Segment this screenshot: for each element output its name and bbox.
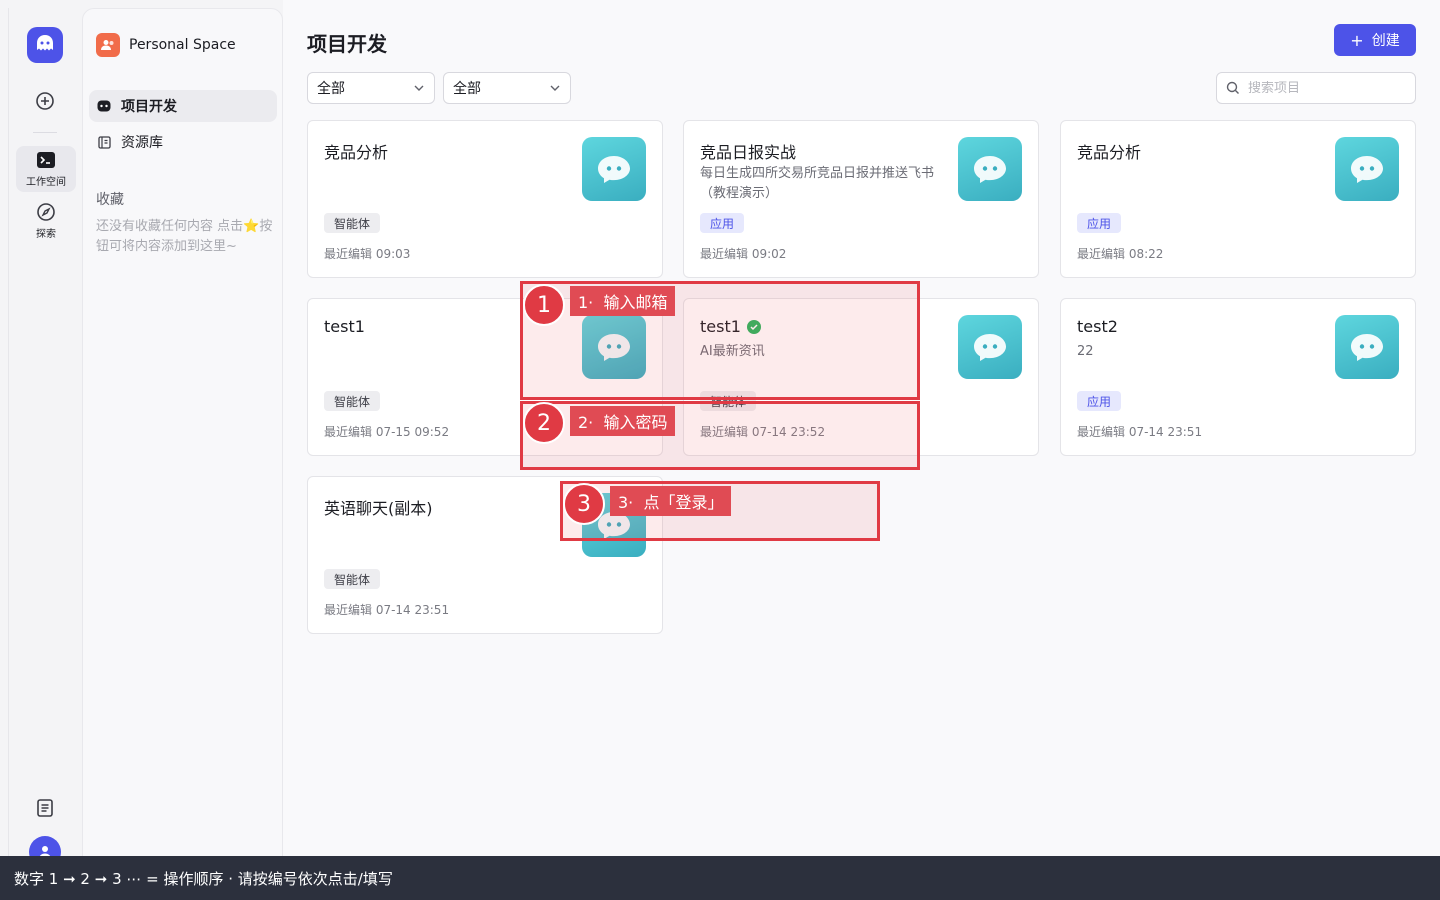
annotation-label-2: 2· 输入密码 [570,406,676,436]
document-icon[interactable] [35,798,55,818]
card-type-badge: 应用 [1077,391,1122,411]
project-card[interactable]: 竞品分析应用最近编辑 08:22 [1060,120,1416,278]
annotation-label-1: 1· 输入邮箱 [570,286,676,316]
card-title: test2 [1077,317,1118,336]
card-title-text: test2 [1077,317,1118,336]
card-title-text: 竞品分析 [1077,143,1142,162]
nav-item-label: 资源库 [121,135,163,151]
card-type-badge: 应用 [1077,213,1122,233]
card-type-badge: 智能体 [324,391,381,411]
terminal-icon [36,150,56,170]
search-input[interactable] [1248,80,1398,96]
favorites-empty-text: 还没有收藏任何内容 点击⭐按钮可将内容添加到这里~ [96,219,273,254]
chat-bubble-icon [958,137,1022,201]
project-card[interactable]: 竞品分析智能体最近编辑 09:03 [307,120,663,278]
card-edit-time: 最近编辑 07-14 23:51 [324,603,450,617]
rail-item-label: 探索 [36,229,56,240]
select-value: 全部 [317,81,345,97]
card-title: 竞品日报实战 [700,139,796,163]
rail-item-workspace[interactable]: 工作空间 [16,146,76,192]
create-label: 创建 [1371,33,1400,49]
card-edit-time: 最近编辑 09:03 [324,247,411,261]
create-button[interactable]: + 创建 [1334,24,1416,56]
space-name: Personal Space [129,37,236,53]
status-filter-select[interactable]: 全部 [443,72,571,104]
bot-icon [97,99,111,113]
card-edit-time: 最近编辑 09:02 [700,247,787,261]
space-switcher[interactable]: Personal Space [96,33,236,57]
annotation-number-2: 2 [523,402,565,444]
chevron-down-icon [414,85,424,91]
app-logo-icon[interactable] [27,27,63,63]
page-title: 项目开发 [307,32,387,56]
card-type-badge: 智能体 [324,213,381,233]
annotation-label-3: 3· 点「登录」 [610,486,732,516]
people-icon [96,33,120,57]
card-type-badge: 应用 [700,213,745,233]
card-edit-time: 最近编辑 07-15 09:52 [324,425,450,439]
chat-bubble-icon [1335,137,1399,201]
project-card[interactable]: 竞品日报实战每日生成四所交易所竞品日报并推送飞书（教程演示） 应用最近编辑 09:… [683,120,1039,278]
nav-item-projects[interactable]: 项目开发 [89,90,277,122]
card-title-text: 英语聊天(副本) [324,499,433,518]
card-edit-time: 最近编辑 08:22 [1077,247,1164,261]
library-icon [97,135,111,149]
card-title: test1 [324,317,365,336]
card-description: 每日生成四所交易所竞品日报并推送飞书（教程演示） [700,166,935,201]
rail-item-label: 工作空间 [26,177,66,188]
type-filter-select[interactable]: 全部 [307,72,435,104]
rail-divider [33,132,57,133]
card-title: 竞品分析 [1077,139,1141,163]
workspace-sidebar: Personal Space 项目开发 资源库 收藏 还没有收藏任何内容 点击⭐… [82,8,283,900]
select-value: 全部 [453,81,481,97]
card-type-badge: 智能体 [324,569,381,589]
chat-bubble-icon [1335,315,1399,379]
nav-item-library[interactable]: 资源库 [89,126,277,158]
card-title-text: 竞品日报实战 [700,143,797,162]
project-card[interactable]: test2 22 应用最近编辑 07-14 23:51 [1060,298,1416,456]
chevron-down-icon [550,85,560,91]
instruction-footer: 数字 1 ➞ 2 ➞ 3 ⋯ = 操作顺序 · 请按编号依次点击/填写 [0,856,1440,900]
plus-icon: + [1350,30,1364,50]
compass-icon [36,202,56,222]
card-description: 22 [1077,344,1094,359]
annotation-number-3: 3 [563,483,605,525]
left-rail: 工作空间 探索 [8,8,82,900]
add-circle-icon[interactable] [35,91,55,111]
search-icon [1226,81,1239,94]
card-title-text: 竞品分析 [324,143,389,162]
chat-bubble-icon [582,137,646,201]
card-title-text: test1 [324,317,365,336]
card-title: 英语聊天(副本) [324,495,433,519]
annotation-number-1: 1 [523,284,565,326]
search-box [1216,72,1416,104]
favorites-title: 收藏 [96,192,124,208]
card-title: 竞品分析 [324,139,388,163]
rail-item-explore[interactable]: 探索 [16,198,76,244]
nav-item-label: 项目开发 [121,99,177,115]
card-edit-time: 最近编辑 07-14 23:51 [1077,425,1203,439]
chat-bubble-icon [958,315,1022,379]
